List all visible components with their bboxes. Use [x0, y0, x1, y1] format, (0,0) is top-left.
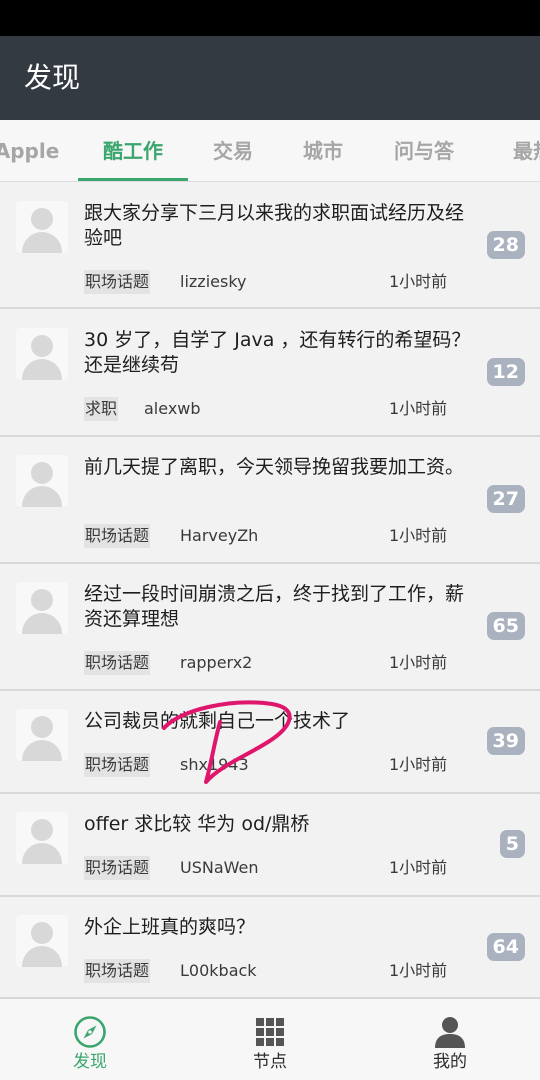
tab-apple[interactable]: Apple: [0, 120, 82, 181]
author-name[interactable]: USNaWen: [180, 856, 259, 880]
post-time: 1小时前: [389, 755, 448, 774]
tab-bar: Apple 酷工作 交易 城市 问与答 最热: [0, 120, 540, 182]
node-tag[interactable]: 职场话题: [84, 270, 151, 294]
active-tab-indicator: [78, 178, 188, 181]
nav-profile[interactable]: 我的: [360, 999, 540, 1080]
reply-count-badge: 28: [486, 231, 525, 259]
topic-title[interactable]: 外企上班真的爽吗？: [84, 915, 474, 940]
topic-row[interactable]: 经过一段时间崩溃之后，终于找到了工作，薪资还算理想 职场话题 rapperx2 …: [0, 564, 540, 691]
reply-count-badge: 12: [486, 358, 525, 386]
tab-cool-work[interactable]: 酷工作: [78, 120, 188, 181]
bottom-navigation: 发现 节点 我的: [0, 998, 540, 1080]
author-name[interactable]: alexwb: [144, 397, 201, 421]
person-icon: [435, 1017, 465, 1048]
post-time: 1小时前: [389, 961, 448, 980]
post-time: 1小时前: [389, 399, 448, 418]
nav-label: 我的: [433, 1052, 467, 1072]
topic-list[interactable]: 跟大家分享下三月以来我的求职面试经历及经验吧 职场话题 lizziesky 1小…: [0, 183, 540, 998]
post-time: 1小时前: [389, 858, 448, 877]
author-name[interactable]: lizziesky: [180, 270, 246, 294]
node-tag[interactable]: 职场话题: [84, 651, 151, 675]
tab-hot[interactable]: 最热: [478, 120, 540, 181]
avatar[interactable]: [16, 582, 68, 634]
nav-nodes[interactable]: 节点: [180, 999, 360, 1080]
topic-title[interactable]: 经过一段时间崩溃之后，终于找到了工作，薪资还算理想: [84, 582, 474, 632]
post-time: 1小时前: [389, 653, 448, 672]
topic-title[interactable]: 前几天提了离职，今天领导挽留我要加工资。: [84, 455, 474, 480]
avatar[interactable]: [16, 709, 68, 761]
avatar[interactable]: [16, 915, 68, 967]
node-tag[interactable]: 职场话题: [84, 524, 151, 548]
reply-count-badge: 5: [499, 830, 525, 858]
topic-row[interactable]: offer 求比较 华为 od/鼎桥 职场话题 USNaWen 1小时前 5: [0, 794, 540, 897]
avatar[interactable]: [16, 812, 68, 864]
grid-icon: [256, 1018, 284, 1046]
hand-drawn-annotation: [162, 700, 292, 784]
reply-count-badge: 65: [486, 612, 525, 640]
author-name[interactable]: L00kback: [180, 959, 257, 983]
app-bar: 发现: [0, 36, 540, 120]
page-title: 发现: [24, 61, 81, 94]
node-tag[interactable]: 职场话题: [84, 753, 151, 777]
node-tag[interactable]: 职场话题: [84, 959, 151, 983]
topic-title[interactable]: 跟大家分享下三月以来我的求职面试经历及经验吧: [84, 201, 474, 251]
node-tag[interactable]: 职场话题: [84, 856, 151, 880]
tab-qna[interactable]: 问与答: [369, 120, 479, 181]
status-bar: [0, 0, 540, 36]
topic-row[interactable]: 30 岁了，自学了 Java ，还有转行的希望码？还是继续苟 求职 alexwb…: [0, 310, 540, 437]
node-tag[interactable]: 求职: [84, 397, 119, 421]
topic-row[interactable]: 外企上班真的爽吗？ 职场话题 L00kback 1小时前 64: [0, 897, 540, 998]
avatar[interactable]: [16, 455, 68, 507]
reply-count-badge: 39: [486, 727, 525, 755]
nav-discover[interactable]: 发现: [0, 999, 180, 1080]
post-time: 1小时前: [389, 272, 448, 291]
topic-row[interactable]: 跟大家分享下三月以来我的求职面试经历及经验吧 职场话题 lizziesky 1小…: [0, 183, 540, 309]
tab-city[interactable]: 城市: [268, 120, 378, 181]
author-name[interactable]: rapperx2: [180, 651, 252, 675]
nav-label: 发现: [73, 1052, 107, 1072]
avatar[interactable]: [16, 328, 68, 380]
nav-label: 节点: [253, 1052, 287, 1072]
topic-title[interactable]: offer 求比较 华为 od/鼎桥: [84, 812, 474, 837]
topic-title[interactable]: 30 岁了，自学了 Java ，还有转行的希望码？还是继续苟: [84, 328, 474, 378]
compass-icon: [74, 1016, 106, 1048]
reply-count-badge: 64: [486, 933, 525, 961]
author-name[interactable]: HarveyZh: [180, 524, 258, 548]
post-time: 1小时前: [389, 526, 448, 545]
avatar[interactable]: [16, 201, 68, 253]
reply-count-badge: 27: [486, 485, 525, 513]
topic-row[interactable]: 前几天提了离职，今天领导挽留我要加工资。 职场话题 HarveyZh 1小时前 …: [0, 437, 540, 564]
